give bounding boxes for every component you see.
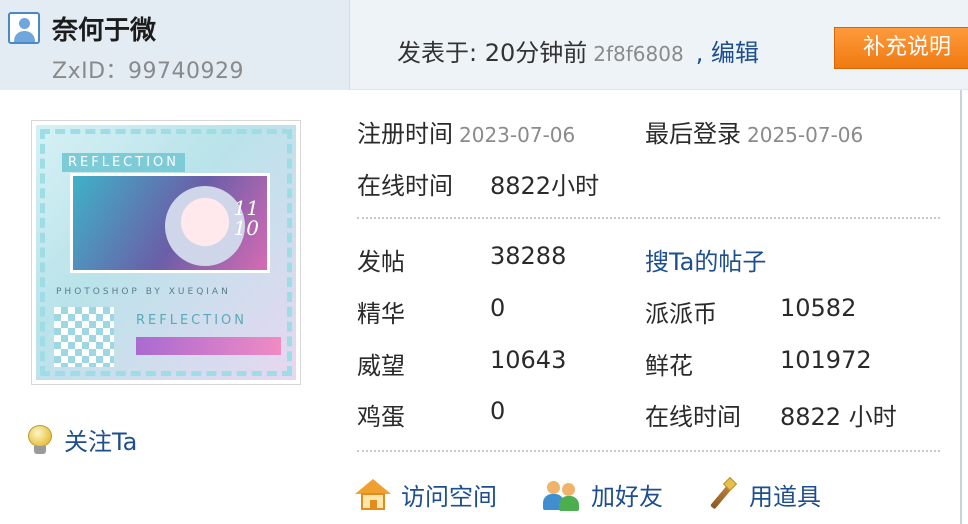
visit-space-link[interactable]: 访问空间 bbox=[355, 477, 497, 512]
avatar[interactable]: REFLECTION 11 10 PHOTOSHOP BY XUEQIAN RE… bbox=[31, 120, 301, 385]
add-friend-label: 加好友 bbox=[591, 483, 663, 511]
eggs-value: 0 bbox=[490, 397, 506, 425]
posts-label: 发帖 bbox=[357, 248, 405, 276]
flowers-value: 101972 bbox=[780, 346, 872, 374]
use-item-link[interactable]: 用道具 bbox=[705, 476, 821, 512]
zxid: ZxID：99740929 bbox=[52, 59, 244, 84]
last-login-label: 最后登录 bbox=[645, 120, 741, 148]
post-hash: 2f8f6808 bbox=[593, 42, 684, 66]
divider bbox=[357, 217, 940, 219]
username[interactable]: 奈何于微 bbox=[52, 10, 156, 47]
posts-value: 38288 bbox=[490, 242, 567, 270]
post-time: 发表于: 20分钟前 bbox=[397, 39, 588, 67]
last-login-date: 2025-07-06 bbox=[747, 123, 864, 147]
user-icon bbox=[8, 12, 40, 44]
essence-value: 0 bbox=[490, 294, 506, 322]
flowers-label: 鲜花 bbox=[645, 352, 693, 380]
avatar-credit-text: PHOTOSHOP BY XUEQIAN bbox=[56, 287, 231, 297]
use-item-label: 用道具 bbox=[749, 483, 821, 511]
avatar-image: REFLECTION 11 10 PHOTOSHOP BY XUEQIAN RE… bbox=[36, 125, 296, 380]
visit-space-label: 访问空间 bbox=[401, 483, 497, 511]
online-time-value: 8822 小时 bbox=[780, 403, 897, 431]
supplement-button[interactable]: 补充说明 bbox=[834, 27, 968, 69]
friends-icon bbox=[543, 479, 581, 511]
online-time-label: 在线时间 bbox=[645, 403, 741, 431]
avatar-title-text: REFLECTION bbox=[62, 153, 185, 172]
divider bbox=[357, 450, 940, 452]
coins-value: 10582 bbox=[780, 294, 857, 322]
prestige-value: 10643 bbox=[490, 346, 567, 374]
edit-link[interactable]: , 编辑 bbox=[696, 39, 759, 67]
avatar-panel: 11 10 bbox=[70, 173, 270, 273]
avatar-title-bottom: REFLECTION bbox=[136, 313, 247, 328]
avatar-date-text: 11 10 bbox=[233, 196, 259, 240]
follow-label: 关注Ta bbox=[64, 428, 138, 456]
prestige-label: 威望 bbox=[357, 352, 405, 380]
essence-label: 精华 bbox=[357, 300, 405, 328]
online-value: 8822小时 bbox=[490, 172, 600, 200]
register-date: 2023-07-06 bbox=[459, 123, 576, 147]
home-icon bbox=[355, 478, 391, 511]
bulb-icon bbox=[26, 424, 54, 455]
eggs-label: 鸡蛋 bbox=[357, 403, 405, 431]
follow-link[interactable]: 关注Ta bbox=[26, 422, 137, 457]
register-info: 注册时间 2023-07-06 bbox=[357, 114, 575, 149]
register-label: 注册时间 bbox=[357, 120, 453, 148]
avatar-strip bbox=[136, 337, 281, 355]
coins-label: 派派币 bbox=[645, 300, 717, 328]
post-meta: 发表于: 20分钟前 2f8f6808 , 编辑 bbox=[397, 33, 759, 68]
last-login-info: 最后登录 2025-07-06 bbox=[645, 114, 863, 149]
author-header: 奈何于微 ZxID：99740929 bbox=[0, 0, 350, 90]
online-label: 在线时间 bbox=[357, 172, 453, 200]
post-header: 奈何于微 ZxID：99740929 发表于: 20分钟前 2f8f6808 , 编… bbox=[0, 0, 968, 90]
add-friend-link[interactable]: 加好友 bbox=[543, 477, 663, 512]
search-posts-link[interactable]: 搜Ta的帖子 bbox=[645, 242, 766, 277]
avatar-checker bbox=[54, 307, 114, 367]
wand-icon bbox=[705, 476, 739, 511]
